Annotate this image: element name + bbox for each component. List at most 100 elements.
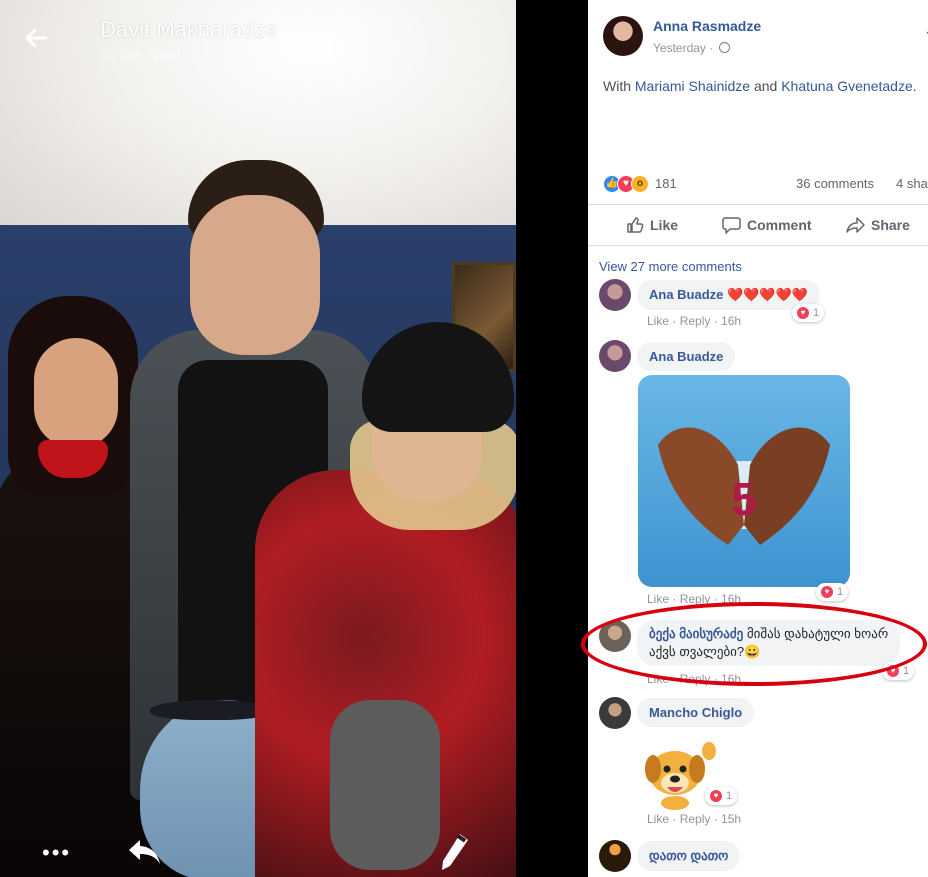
comment-reply-link[interactable]: Reply — [680, 672, 711, 686]
commenter-avatar[interactable] — [599, 620, 631, 652]
comments-count-link[interactable]: 36 comments — [796, 176, 874, 191]
comment-line-1: ბექა მაისურაძე მიშას დახატული ხოარ — [649, 625, 888, 643]
heart-icon: ♥ — [710, 790, 722, 802]
sticker-number: 5 — [731, 473, 757, 525]
commenter-avatar[interactable] — [599, 697, 631, 729]
comment-item: Ana Buadze ❤️❤️❤️❤️❤️ ♥ 1 Like · Reply ·… — [599, 279, 928, 331]
author-name-link[interactable]: Anna Rasmadze — [653, 18, 761, 34]
comment-time: 16h — [721, 672, 742, 686]
person-center-belt — [150, 700, 270, 720]
post-time-text: Yesterday · — [653, 41, 714, 55]
comment-reaction-count: 1 — [726, 790, 733, 802]
comment-like-link[interactable]: Like — [647, 592, 669, 606]
comment-bubble-icon — [722, 217, 741, 234]
photo-viewer[interactable]: Davit Makharadze Active Now ••• — [0, 0, 516, 877]
comment-like-link[interactable]: Like — [647, 314, 669, 328]
meta-separator: · — [669, 314, 680, 328]
comment-button-label: Comment — [747, 217, 812, 233]
author-avatar[interactable] — [603, 16, 643, 56]
comment-item: Mancho Chiglo ♥ 1 Like · Reply · 15h — [599, 697, 928, 832]
meta-separator: · — [710, 592, 722, 606]
commenter-name-link[interactable]: Mancho Chiglo — [649, 705, 742, 720]
like-button[interactable]: Like — [626, 216, 678, 234]
comment-text: მიშას დახატული ხოარ — [746, 626, 889, 641]
post-text-prefix: With — [603, 78, 635, 94]
view-more-comments-link[interactable]: View 27 more comments — [599, 259, 742, 274]
more-options-icon[interactable]: ••• — [42, 840, 71, 866]
back-arrow-icon[interactable] — [22, 24, 54, 56]
comment-reaction-badge[interactable]: ♥ 1 — [882, 662, 915, 680]
commenter-avatar[interactable] — [599, 840, 631, 872]
meta-separator: · — [669, 592, 680, 606]
person-center-face — [190, 195, 320, 355]
meta-separator: · — [669, 812, 680, 826]
comment-time: 16h — [721, 314, 742, 328]
viewer-contact-name[interactable]: Davit Makharadze — [100, 17, 277, 43]
comment-bubble: დათო დათო — [637, 841, 741, 871]
meta-separator: · — [710, 812, 722, 826]
comment-time: 15h — [721, 812, 742, 826]
post-body-text: With Mariami Shainidze and Khatuna Gvene… — [603, 78, 917, 94]
tag-link-2[interactable]: Khatuna Gvenetadze — [781, 78, 913, 94]
comment-text: ❤️❤️❤️❤️❤️ — [727, 287, 808, 302]
commenter-avatar[interactable] — [599, 279, 631, 311]
comment-meta: Like · Reply · 16h — [647, 314, 741, 328]
comment-reaction-count: 1 — [837, 586, 844, 598]
commenter-name-link[interactable]: Ana Buadze — [649, 349, 723, 364]
post-header: Anna Rasmadze Yesterday · ··· — [603, 14, 928, 58]
comment-button[interactable]: Comment — [722, 216, 812, 234]
commenter-name-link[interactable]: Ana Buadze — [649, 287, 723, 302]
comment-text-line-2: აქვს თვალები?😀 — [649, 644, 761, 659]
comment-reply-link[interactable]: Reply — [680, 812, 711, 826]
heart-icon: ♥ — [821, 586, 833, 598]
comment-time: 16h — [721, 592, 742, 606]
comment-item: დათო დათო — [599, 840, 928, 877]
comment-reply-link[interactable]: Reply — [680, 592, 711, 606]
facebook-post: Anna Rasmadze Yesterday · ··· With Maria… — [588, 0, 928, 877]
share-button-label: Share — [871, 217, 910, 233]
post-text-and: and — [750, 78, 782, 94]
comment-like-link[interactable]: Like — [647, 812, 669, 826]
comment-reaction-badge[interactable]: ♥ 1 — [705, 787, 738, 805]
comment-like-link[interactable]: Like — [647, 672, 669, 686]
pencil-edit-icon[interactable] — [440, 832, 470, 877]
meta-separator: · — [669, 672, 680, 686]
comment-meta: Like · Reply · 15h — [647, 812, 741, 826]
meta-separator: · — [710, 672, 722, 686]
post-text-suffix: . — [912, 78, 917, 94]
commenter-avatar[interactable] — [599, 340, 631, 372]
viewer-header: Davit Makharadze Active Now — [0, 0, 516, 80]
comment-item: ბექა მაისურაძე მიშას დახატული ხოარ აქვს … — [599, 620, 928, 686]
comment-reaction-count: 1 — [903, 665, 910, 677]
screen: Davit Makharadze Active Now ••• Anna Ras… — [0, 0, 928, 877]
heart-icon: ♥ — [887, 665, 899, 677]
shares-count-link[interactable]: 4 shares — [896, 176, 928, 191]
like-button-label: Like — [650, 217, 679, 233]
heart-icon: ♥ — [797, 307, 809, 319]
thumbs-up-icon — [627, 217, 644, 233]
person-left-face — [34, 338, 118, 448]
comment-bubble: Ana Buadze ❤️❤️❤️❤️❤️ — [637, 280, 820, 310]
comment-reaction-badge[interactable]: ♥ 1 — [816, 583, 849, 601]
dog-sticker-image[interactable] — [639, 739, 719, 816]
tag-link-1[interactable]: Mariami Shainidze — [635, 78, 750, 94]
comment-image-heart-hands[interactable]: 5 — [638, 375, 850, 587]
commenter-name-link[interactable]: დათო დათო — [649, 848, 728, 863]
comment-bubble: ბექა მაისურაძე მიშას დახატული ხოარ აქვს … — [637, 620, 901, 666]
share-button[interactable]: Share — [846, 216, 910, 234]
viewer-footer: ••• — [0, 820, 516, 877]
commenter-name-link[interactable]: ბექა მაისურაძე — [649, 626, 743, 641]
reaction-count[interactable]: 181 — [655, 176, 677, 191]
comment-reaction-badge[interactable]: ♥ 1 — [792, 304, 825, 322]
comment-bubble: Mancho Chiglo — [637, 698, 755, 727]
reply-arrow-icon[interactable] — [126, 836, 162, 871]
comment-meta: Like · Reply · 16h — [647, 592, 741, 606]
comment-bubble: Ana Buadze — [637, 342, 736, 371]
post-actions-bar: Like Comment Share — [588, 204, 928, 246]
comment-reply-link[interactable]: Reply — [680, 314, 711, 328]
reaction-summary: 👍 ♥ o 181 36 comments 4 shares — [603, 174, 928, 194]
post-timestamp[interactable]: Yesterday · — [653, 41, 730, 55]
black-gap — [516, 0, 588, 877]
comment-reaction-count: 1 — [813, 307, 820, 319]
wow-reaction-icon[interactable]: o — [631, 175, 649, 193]
